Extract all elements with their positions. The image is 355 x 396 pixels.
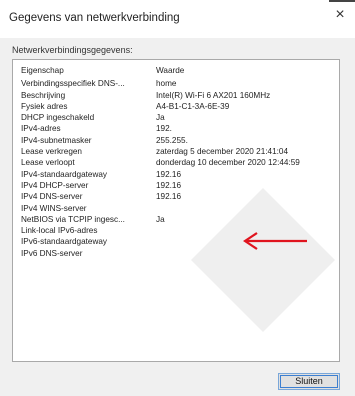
table-row[interactable]: IPv4-adres 192.: [21, 123, 335, 134]
column-header-value[interactable]: Waarde: [156, 65, 184, 76]
row-property: Link-local IPv6-adres: [21, 226, 98, 236]
title-bar: Gegevens van netwerkverbinding ×: [0, 0, 355, 38]
row-value: 192.16: [156, 192, 182, 202]
column-header-row: Eigenschap Waarde: [21, 65, 335, 76]
table-row[interactable]: IPv4-subnetmasker 255.255.: [21, 135, 335, 146]
table-row[interactable]: Verbindingsspecifiek DNS-... home: [21, 78, 335, 89]
row-property: Verbindingsspecifiek DNS-...: [21, 79, 125, 89]
row-property: IPv4-adres: [21, 124, 61, 134]
row-value: 192.16: [156, 180, 182, 190]
row-property: DHCP ingeschakeld: [21, 113, 95, 123]
row-property: NetBIOS via TCPIP ingesc...: [21, 214, 125, 224]
red-arrow-annotation: [243, 232, 307, 250]
table-row[interactable]: IPv4 DNS-server 192.16: [21, 191, 335, 202]
row-value: 192.: [156, 124, 172, 134]
row-value: donderdag 10 december 2020 12:44:59: [156, 158, 300, 168]
row-property: IPv4 DNS-server: [21, 192, 83, 202]
row-property: IPv4-subnetmasker: [21, 135, 92, 145]
row-property: IPv4-standaardgateway: [21, 169, 108, 179]
table-row[interactable]: Lease verkregen zaterdag 5 december 2020 …: [21, 146, 335, 157]
group-label: Netwerkverbindingsgegevens:: [12, 45, 133, 55]
row-value: A4-B1-C1-3A-6E-39: [156, 101, 230, 111]
table-row[interactable]: IPv4 DHCP-server 192.16: [21, 180, 335, 191]
close-button[interactable]: Sluiten: [278, 373, 340, 390]
table-row[interactable]: Lease verloopt donderdag 10 december 2020…: [21, 157, 335, 168]
table-row[interactable]: Fysiek adres A4-B1-C1-3A-6E-39: [21, 101, 335, 112]
details-list[interactable]: Eigenschap Waarde Verbindingsspecifiek D…: [12, 59, 340, 362]
dialog-body: Netwerkverbindingsgegevens: Eigenschap W…: [0, 38, 355, 396]
row-value: Ja: [156, 214, 165, 224]
row-value: zaterdag 5 december 2020 21:41:04: [156, 147, 289, 157]
row-property: Fysiek adres: [21, 101, 68, 111]
table-row[interactable]: IPv4 WINS-server: [21, 203, 335, 214]
row-property: Lease verkregen: [21, 147, 82, 157]
close-icon[interactable]: ×: [325, 0, 355, 30]
row-value: home: [156, 79, 177, 89]
table-row[interactable]: Beschrijving Intel(R) Wi-Fi 6 AX201 160MH…: [21, 90, 335, 101]
close-button-label: Sluiten: [295, 376, 323, 386]
row-property: IPv6 DNS-server: [21, 248, 83, 258]
row-property: IPv4 DHCP-server: [21, 180, 89, 190]
row-property: IPv4 WINS-server: [21, 203, 87, 213]
row-property: Beschrijving: [21, 90, 66, 100]
row-value: 192.16: [156, 169, 182, 179]
table-row[interactable]: NetBIOS via TCPIP ingesc... Ja: [21, 214, 335, 225]
row-value: Intel(R) Wi-Fi 6 AX201 160MHz: [156, 90, 271, 100]
table-row[interactable]: DHCP ingeschakeld Ja: [21, 112, 335, 123]
window-title: Gegevens van netwerkverbinding: [9, 12, 180, 24]
row-property: IPv6-standaardgateway: [21, 237, 108, 247]
row-value: 255.255.: [156, 135, 188, 145]
column-header-property[interactable]: Eigenschap: [21, 65, 151, 76]
table-row[interactable]: IPv4-standaardgateway 192.16: [21, 169, 335, 180]
row-value: Ja: [156, 113, 165, 123]
row-property: Lease verloopt: [21, 158, 75, 168]
